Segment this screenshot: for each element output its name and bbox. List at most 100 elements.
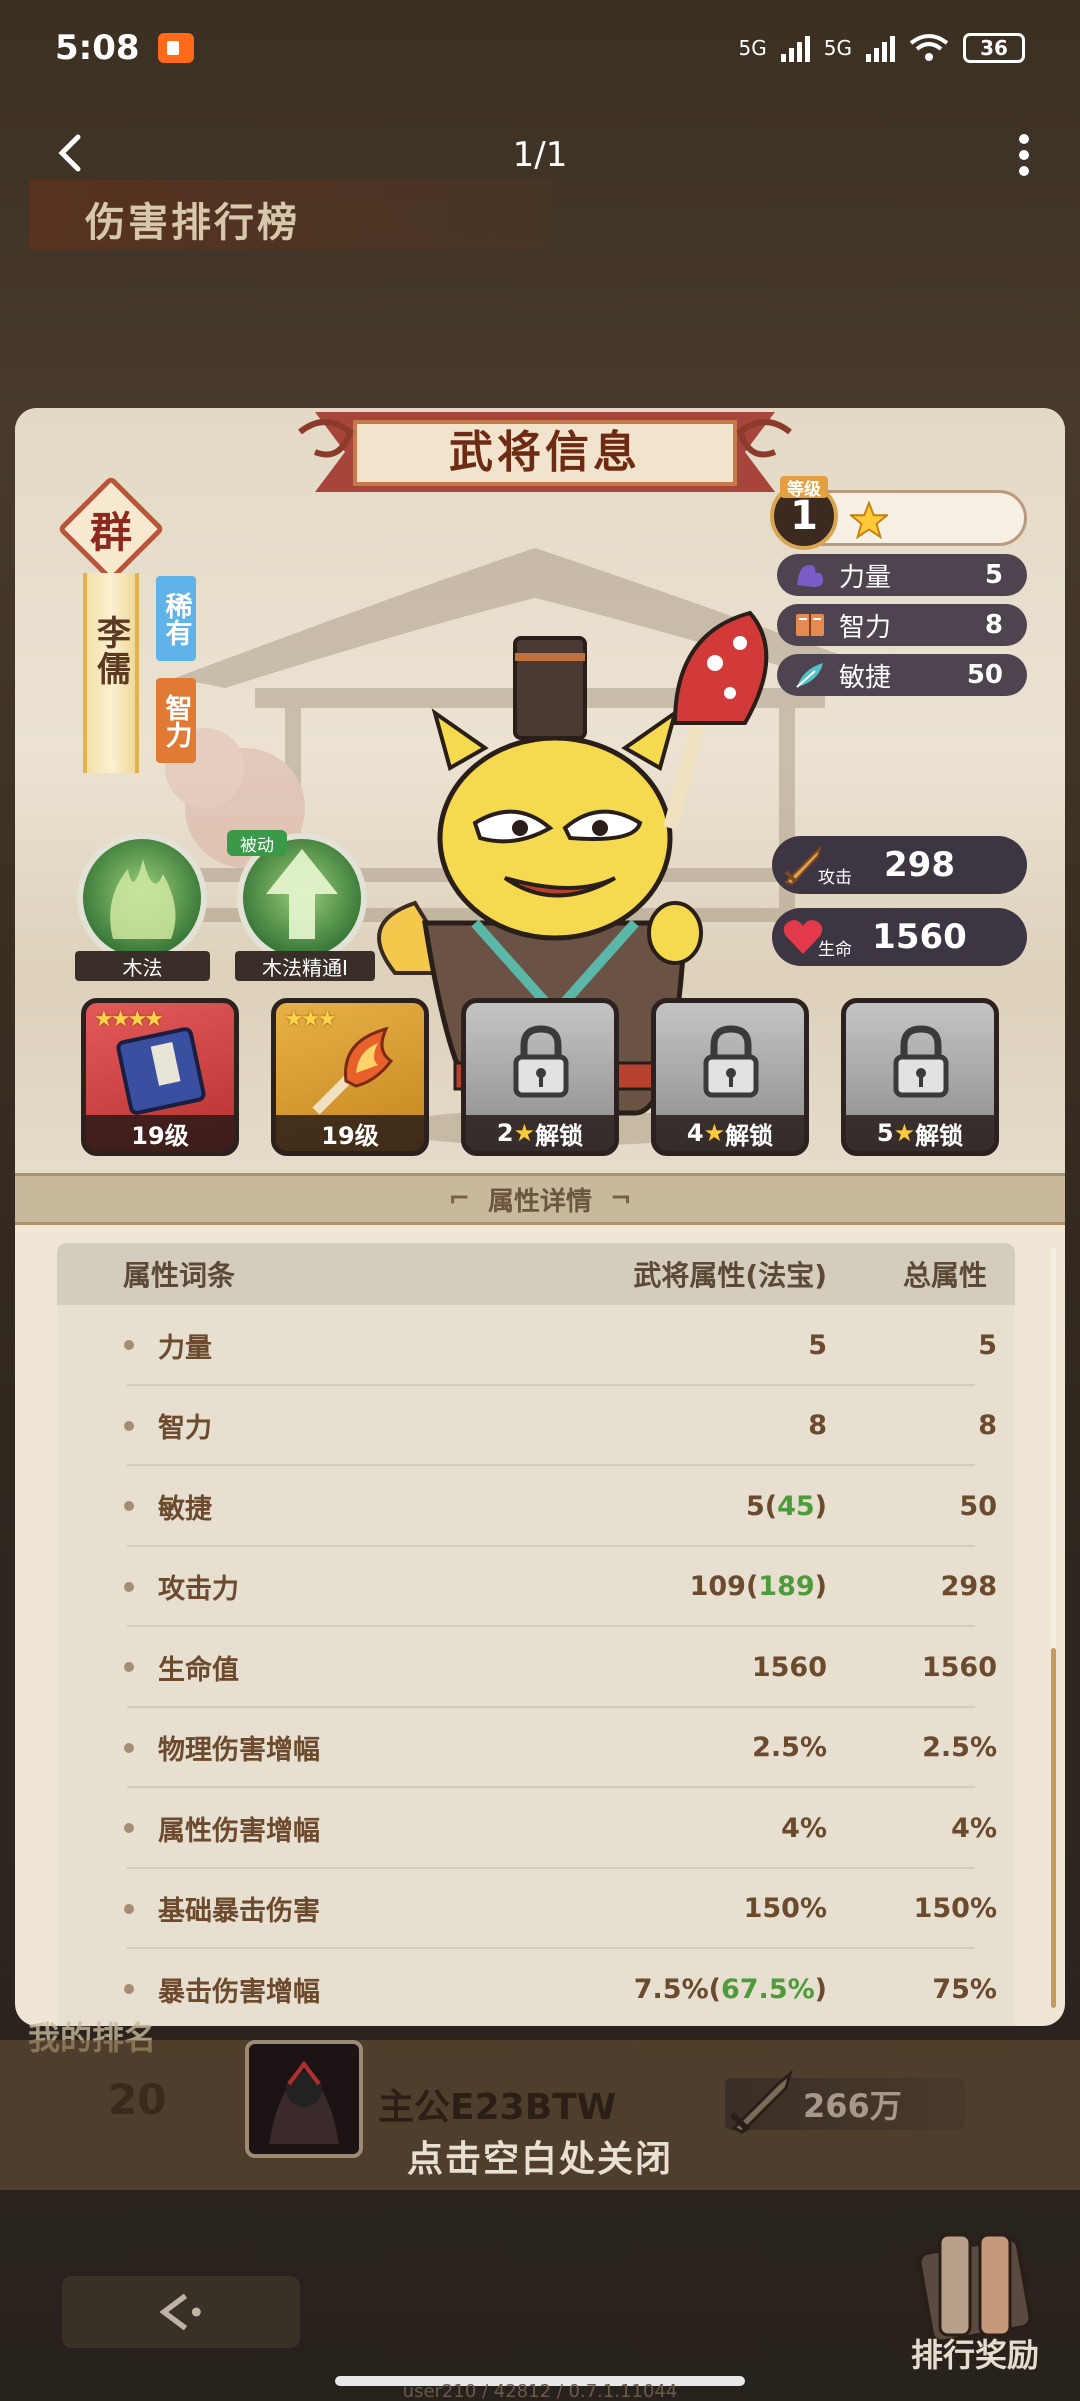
total-attr-cell: 50 xyxy=(959,1490,997,1522)
rarity-tag-text: 稀有 xyxy=(160,591,192,646)
wifi-icon xyxy=(909,33,949,61)
attr-section-header: ⌐ 属性详情 ¬ xyxy=(15,1173,1065,1225)
bullet-dot-icon xyxy=(124,1420,134,1431)
slot-4-unlock: 4 ★ 解锁 xyxy=(656,1115,804,1151)
type-tag-text: 智力 xyxy=(160,693,192,748)
stat-strength-label: 力量 xyxy=(839,562,892,593)
star-icon: ★ xyxy=(513,1119,536,1147)
hero-attr-cell: 2.5% xyxy=(527,1732,827,1763)
bullet-dot-icon xyxy=(124,1823,134,1834)
type-tag: 智力 xyxy=(156,678,196,763)
attack-value: 298 xyxy=(884,845,955,885)
hero-attr-cell: 5(45) xyxy=(527,1491,827,1522)
hero-attr-base: 1560 xyxy=(751,1651,827,1683)
total-attr-cell: 298 xyxy=(940,1571,997,1603)
hero-name: 李儒 xyxy=(90,615,131,687)
hero-name-scroll: 李儒 xyxy=(83,573,139,773)
slot-1-level: 19级 xyxy=(86,1115,234,1151)
skill-wood-magic[interactable] xyxy=(77,833,207,963)
bullet-dot-icon xyxy=(124,1662,134,1673)
lock-icon xyxy=(893,1025,949,1098)
attr-name-cell: 敏捷 xyxy=(158,1493,212,1525)
hero-attr-base: 8 xyxy=(808,1410,827,1442)
paren-open: ( xyxy=(708,1973,721,2005)
header-total-attr: 总属性 xyxy=(902,1259,987,1292)
table-row: 智力 8 8 xyxy=(57,1386,1015,1467)
signal-icon-2 xyxy=(866,34,895,62)
slot-4-unlock-text: 解锁 xyxy=(725,1121,774,1150)
attr-table-body: 力量 5 5 智力 8 8 敏捷 5(45) 50 攻击力 109(189) 298 生命值 1560 15… xyxy=(57,1305,1015,2026)
level-label: 等级 xyxy=(780,476,828,500)
table-row: 力量 5 5 xyxy=(57,1305,1015,1386)
attr-name-cell: 生命值 xyxy=(158,1654,239,1686)
equip-slot-torch[interactable]: ★★★ 19级 xyxy=(271,998,429,1156)
hero-attr-bonus: 67.5% xyxy=(720,1973,815,2005)
slot-2-stars: ★★★ xyxy=(284,1007,337,1032)
equip-slot-locked-2[interactable]: 4 ★ 解锁 xyxy=(651,998,809,1156)
rank-page-title: 伤害排行榜 xyxy=(30,180,550,250)
hero-attr-base: 4% xyxy=(781,1812,827,1844)
table-row: 敏捷 5(45) 50 xyxy=(57,1466,1015,1547)
table-row: 生命值 1560 1560 xyxy=(57,1627,1015,1708)
slot-1-stars: ★★★★ xyxy=(94,1007,164,1032)
card-title: 武将信息 xyxy=(449,427,641,478)
total-attr-cell: 5 xyxy=(978,1329,997,1361)
feather-icon xyxy=(796,663,823,688)
bullet-dot-icon xyxy=(124,1742,134,1753)
attr-name-cell: 力量 xyxy=(158,1332,212,1364)
close-hint-text[interactable]: 点击空白处关闭 xyxy=(0,2130,1080,2182)
battery-icon: 36 xyxy=(963,32,1025,63)
hp-label: 生命 xyxy=(818,940,852,960)
hero-attr-base: 7.5% xyxy=(633,1973,709,2005)
status-time: 5:08 xyxy=(55,27,140,68)
equip-slot-locked-3[interactable]: 5 ★ 解锁 xyxy=(841,998,999,1156)
bottom-back-button[interactable] xyxy=(58,2272,304,2352)
header-hero-attr: 武将属性(法宝) xyxy=(633,1259,827,1292)
total-attr-cell: 4% xyxy=(951,1812,997,1844)
more-menu-icon[interactable] xyxy=(1018,133,1030,177)
stat-agility: 敏捷 50 xyxy=(777,654,1027,696)
signal-icon xyxy=(780,34,810,62)
rarity-tag: 稀有 xyxy=(156,576,196,661)
table-row: 物理伤害增幅 2.5% 2.5% xyxy=(57,1708,1015,1789)
scrollbar-thumb[interactable] xyxy=(1051,1648,1056,2008)
table-row: 属性伤害增幅 4% 4% xyxy=(57,1788,1015,1869)
slot-3-unlock-stars: 2 xyxy=(496,1119,514,1147)
ornament-right-icon: ¬ xyxy=(610,1184,632,1214)
attr-table[interactable]: 属性词条 武将属性(法宝) 总属性 力量 5 5 智力 8 8 敏捷 5(45) 50 攻击力 10… xyxy=(57,1243,1015,2026)
hp-pill: 生命 1560 xyxy=(772,908,1027,966)
hero-attr-cell: 150% xyxy=(527,1893,827,1924)
passive-tag: 被动 xyxy=(227,830,287,856)
stat-intelligence-value: 8 xyxy=(984,610,1003,640)
attack-label: 攻击 xyxy=(818,868,852,888)
equip-slot-locked-1[interactable]: 2 ★ 解锁 xyxy=(461,998,619,1156)
version-text: user210 / 42812 / 0.7.1.11044 xyxy=(402,2381,678,2401)
star-icon: ★ xyxy=(893,1119,916,1147)
back-arrow-icon[interactable] xyxy=(50,133,90,173)
total-attr-cell: 8 xyxy=(978,1410,997,1442)
bullet-dot-icon xyxy=(124,1340,134,1351)
hp-value: 1560 xyxy=(872,917,967,957)
reward-label[interactable]: 排行奖励 xyxy=(895,2330,1055,2376)
skill-2-label: 木法精通I xyxy=(235,951,375,981)
total-attr-cell: 2.5% xyxy=(922,1732,997,1764)
bullet-dot-icon xyxy=(124,1581,134,1592)
stat-strength-value: 5 xyxy=(984,560,1003,590)
attack-pill: 攻击 298 xyxy=(772,836,1027,894)
attr-name-cell: 攻击力 xyxy=(158,1574,239,1606)
stat-agility-value: 50 xyxy=(966,660,1003,690)
muscle-icon xyxy=(797,565,823,587)
status-bar: 5:08 5G 5G 36 xyxy=(0,0,1080,95)
faction-label: 群 xyxy=(89,507,132,557)
slot-4-unlock-stars: 4 xyxy=(686,1119,704,1147)
slot-5-unlock-stars: 5 xyxy=(876,1119,894,1147)
equip-slot-book[interactable]: ★★★★ 19级 xyxy=(81,998,239,1156)
back-chevron-icon xyxy=(159,2293,201,2331)
stat-agility-label: 敏捷 xyxy=(839,662,892,693)
book-icon xyxy=(796,614,824,636)
up-arrow-skill-icon xyxy=(266,849,338,939)
total-attr-cell: 150% xyxy=(913,1893,997,1925)
hero-attr-cell: 4% xyxy=(527,1813,827,1844)
lock-icon xyxy=(513,1025,569,1098)
hero-attr-base: 5 xyxy=(745,1490,765,1522)
